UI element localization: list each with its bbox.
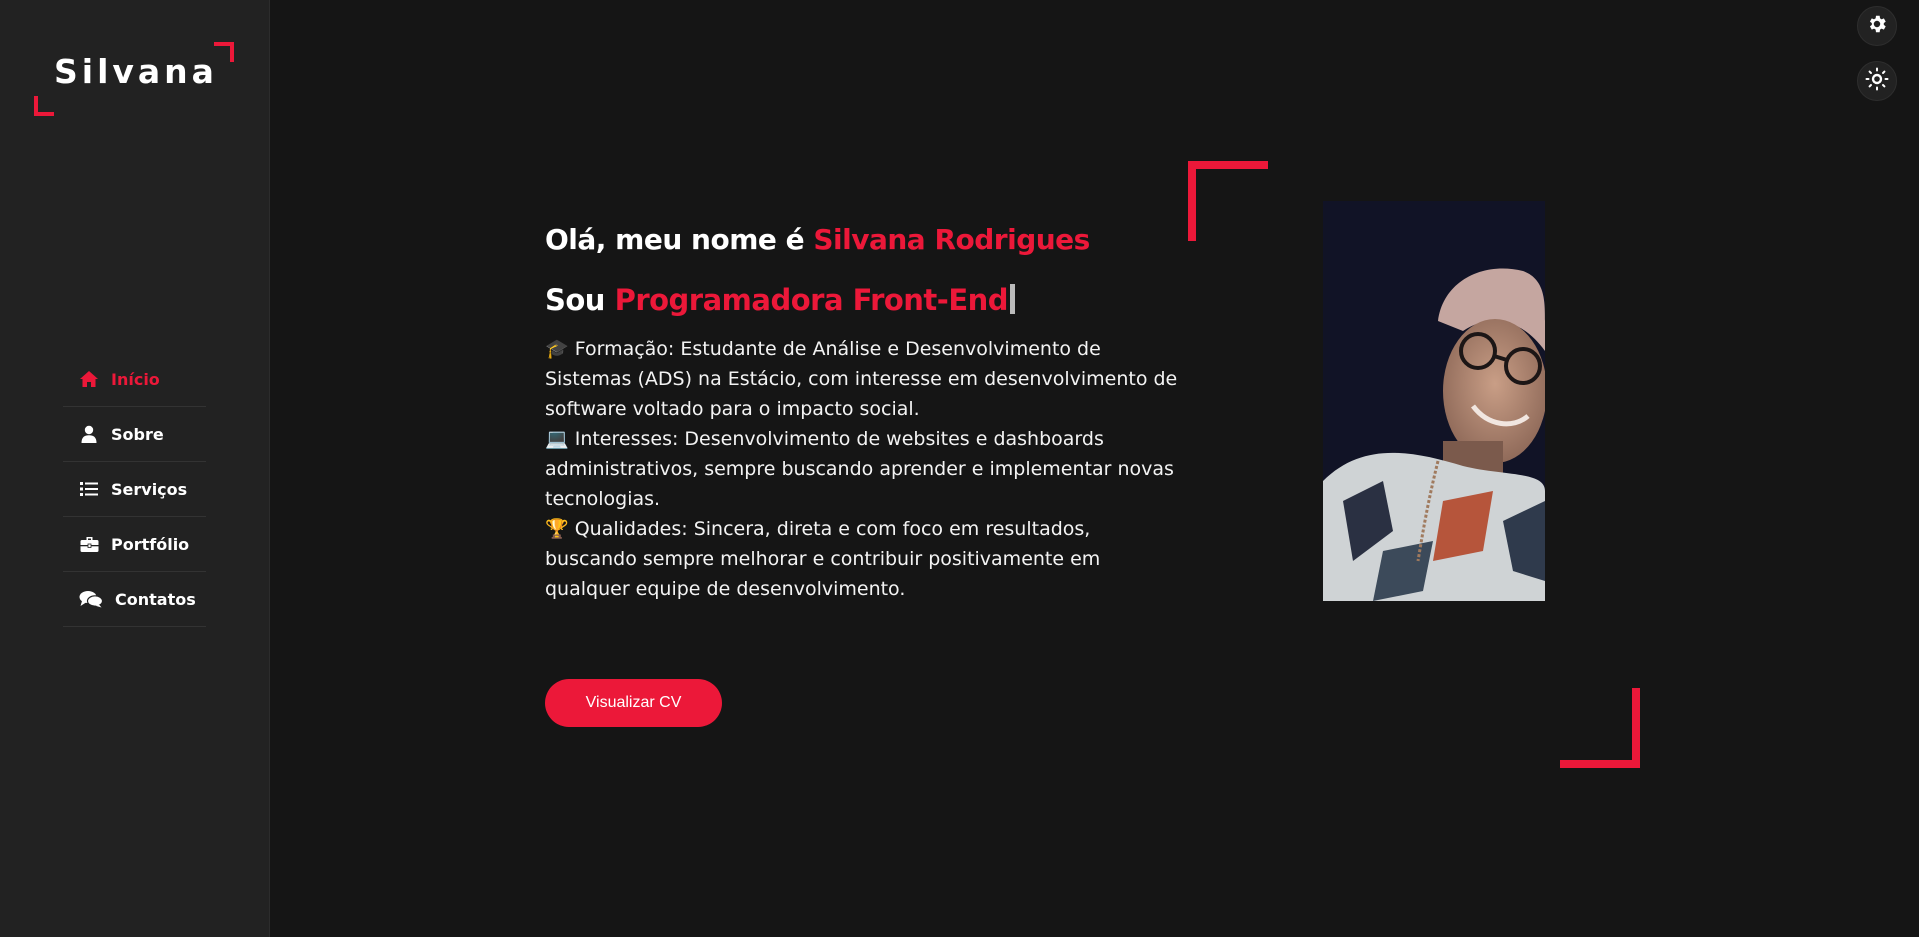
logo[interactable]: Silvana bbox=[34, 42, 236, 116]
profession-prefix: Sou bbox=[545, 283, 615, 317]
nav-label: Início bbox=[111, 369, 160, 389]
list-icon bbox=[79, 480, 99, 498]
graduation-cap-icon: 🎓 bbox=[545, 338, 569, 360]
typing-cursor bbox=[1010, 284, 1016, 314]
home-icon bbox=[79, 370, 99, 388]
hero-section: Olá, meu nome é Silvana Rodrigues Sou Pr… bbox=[545, 218, 1195, 604]
frame-corner-bottom-right bbox=[1560, 688, 1640, 768]
view-cv-button[interactable]: Visualizar CV bbox=[545, 679, 722, 727]
bio-text-education: Formação: Estudante de Análise e Desenvo… bbox=[545, 338, 1178, 420]
profile-photo bbox=[1323, 201, 1545, 601]
profession-heading: Sou Programadora Front-End bbox=[545, 278, 1195, 322]
nav-label: Portfólio bbox=[111, 534, 190, 554]
comments-icon bbox=[79, 590, 103, 608]
briefcase-icon bbox=[79, 535, 99, 553]
bio-text: 🎓 Formação: Estudante de Análise e Desen… bbox=[545, 334, 1185, 604]
laptop-icon: 💻 bbox=[545, 428, 569, 450]
greeting-heading: Olá, meu nome é Silvana Rodrigues bbox=[545, 218, 1195, 262]
logo-text: Silvana bbox=[54, 52, 218, 91]
nav-item-sobre[interactable]: Sobre bbox=[63, 407, 206, 462]
nav-item-servicos[interactable]: Serviços bbox=[63, 462, 206, 517]
bio-text-qualities: Qualidades: Sincera, direta e com foco e… bbox=[545, 518, 1101, 600]
logo-corner-bottom-left bbox=[34, 96, 54, 116]
settings-button[interactable] bbox=[1857, 6, 1897, 46]
profession-highlight: Programadora Front-End bbox=[614, 283, 1009, 317]
frame-corner-top-left bbox=[1188, 161, 1268, 241]
nav-label: Sobre bbox=[111, 424, 164, 444]
name-highlight: Silvana Rodrigues bbox=[813, 223, 1090, 256]
theme-toggle-button[interactable] bbox=[1857, 61, 1897, 101]
bio-paragraph-qualities: 🏆 Qualidades: Sincera, direta e com foco… bbox=[545, 514, 1185, 604]
bio-paragraph-interests: 💻 Interesses: Desenvolvimento de website… bbox=[545, 424, 1185, 514]
nav-item-portfolio[interactable]: Portfólio bbox=[63, 517, 206, 572]
trophy-icon: 🏆 bbox=[545, 518, 569, 540]
nav-item-contatos[interactable]: Contatos bbox=[63, 572, 206, 627]
gear-icon bbox=[1866, 13, 1888, 39]
sidebar: Silvana Início Sobre Serviços Portfólio bbox=[0, 0, 270, 937]
main-nav: Início Sobre Serviços Portfólio Contatos bbox=[63, 352, 206, 627]
nav-item-inicio[interactable]: Início bbox=[63, 352, 206, 407]
sun-icon bbox=[1865, 67, 1889, 95]
bio-text-interests: Interesses: Desenvolvimento de websites … bbox=[545, 428, 1174, 510]
nav-label: Contatos bbox=[115, 589, 196, 609]
greeting-prefix: Olá, meu nome é bbox=[545, 223, 814, 256]
user-icon bbox=[79, 425, 99, 443]
bio-paragraph-education: 🎓 Formação: Estudante de Análise e Desen… bbox=[545, 334, 1185, 424]
nav-label: Serviços bbox=[111, 479, 188, 499]
